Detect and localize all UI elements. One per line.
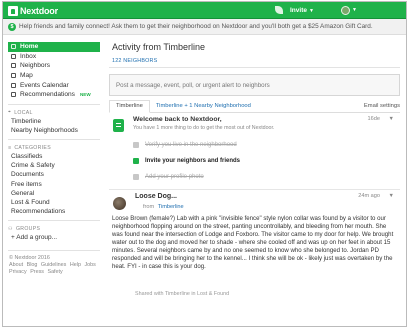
category-recommendations[interactable]: Recommendations <box>8 207 100 216</box>
task-invite-neighbors[interactable]: Invite your neighbors and friends <box>133 158 240 164</box>
category-crime-safety[interactable]: Crime & Safety <box>8 161 100 170</box>
browser-frame: Nextdoor Invite ▼ ▼ $ Help friends and f… <box>2 1 407 327</box>
from-label: from <box>143 204 155 210</box>
task-add-profile-photo[interactable]: Add your profile photo <box>133 174 204 180</box>
new-badge: NEW <box>79 92 91 98</box>
logo-text: Nextdoor <box>20 5 58 16</box>
checkbox-icon <box>133 142 139 148</box>
invite-label: Invite <box>290 7 307 14</box>
footer-link-help[interactable]: Help <box>70 262 81 268</box>
add-group-link[interactable]: + Add a group... <box>8 233 100 242</box>
post-body: Loose Brown (female?) Lab with a pink "i… <box>112 215 394 270</box>
checkbox-icon <box>133 174 139 180</box>
welcome-timestamp: 16de <box>367 116 380 122</box>
tab-timberline-nearby[interactable]: Timberline + 1 Nearby Neighborhood <box>150 103 257 112</box>
welcome-card: Welcome back to Nextdoor, You have 1 mor… <box>109 113 400 190</box>
group-icon: ⚇ <box>8 226 13 233</box>
sidebar-link-timberline[interactable]: Timberline <box>8 117 100 126</box>
sidebar-item-events-calendar[interactable]: Events Calendar <box>8 80 100 90</box>
heart-icon <box>11 92 16 98</box>
sidebar-footer: © Nextdoor 2016 About Blog Guidelines He… <box>8 250 100 276</box>
invite-button[interactable]: Invite ▼ <box>290 6 314 15</box>
category-documents[interactable]: Documents <box>8 170 100 179</box>
footer-link-safety[interactable]: Safety <box>47 269 62 275</box>
welcome-title: Welcome back to Nextdoor, <box>133 116 222 123</box>
sidebar-item-inbox[interactable]: Inbox <box>8 52 100 62</box>
footer-link-about[interactable]: About <box>9 262 23 268</box>
main-feed: Activity from Timberline 122 NEIGHBORS P… <box>109 42 400 297</box>
email-settings-link[interactable]: Email settings <box>364 103 400 112</box>
copyright-text: © Nextdoor 2016 <box>9 255 50 262</box>
neighbor-count-link[interactable]: 122 NEIGHBORS <box>109 58 400 64</box>
footer-link-jobs[interactable]: Jobs <box>84 262 95 268</box>
groups-section-heading: ⚇ GROUPS <box>8 220 100 233</box>
post-menu-chevron-icon[interactable]: ▼ <box>389 193 394 199</box>
promo-banner[interactable]: $ Help friends and family connect! Ask t… <box>3 19 406 35</box>
user-avatar[interactable] <box>341 6 350 15</box>
local-section-heading: ⌖ LOCAL <box>8 103 100 117</box>
inbox-icon <box>11 53 16 59</box>
category-lost-found[interactable]: Lost & Found <box>8 198 100 207</box>
sidebar-item-neighbors[interactable]: Neighbors <box>8 61 100 71</box>
category-classifieds[interactable]: Classifieds <box>8 152 100 161</box>
feed-tabs: Timberline Timberline + 1 Nearby Neighbo… <box>109 100 400 113</box>
category-general[interactable]: General <box>8 189 100 198</box>
sidebar-item-home[interactable]: Home <box>8 42 100 52</box>
task-label: Verify you live in the neighborhood <box>145 142 237 148</box>
categories-section-heading: ≡ CATEGORIES <box>8 138 100 152</box>
neighborhood-link[interactable]: Timberline <box>158 204 184 210</box>
post-source: from Timberline <box>143 204 184 210</box>
section-heading-label: CATEGORIES <box>14 144 51 151</box>
pin-icon: ⌖ <box>8 109 12 116</box>
task-label: Invite your neighbors and friends <box>145 158 241 164</box>
sidebar-item-label: Recommendations <box>20 91 75 99</box>
post-timestamp: 24m ago <box>358 193 380 199</box>
checkbox-icon <box>133 158 139 164</box>
task-verify-neighborhood[interactable]: Verify you live in the neighborhood <box>133 142 237 148</box>
sidebar-link-nearby-neighborhoods[interactable]: Nearby Neighborhoods <box>8 126 100 135</box>
calendar-icon <box>11 82 16 88</box>
card-menu-chevron-icon[interactable]: ▼ <box>389 116 394 122</box>
account-menu-chevron-icon[interactable]: ▼ <box>352 7 357 13</box>
category-free-items[interactable]: Free items <box>8 180 100 189</box>
sidebar-item-recommendations[interactable]: Recommendations NEW <box>8 90 100 100</box>
post-composer-input[interactable]: Post a message, event, poll, or urgent a… <box>109 74 400 96</box>
home-icon <box>11 44 16 50</box>
sidebar-item-label: Neighbors <box>20 62 51 70</box>
author-avatar[interactable] <box>113 197 126 210</box>
map-icon <box>11 73 16 79</box>
sidebar-item-label: Inbox <box>20 52 37 60</box>
checklist-icon <box>113 119 124 132</box>
neighbors-icon <box>11 63 16 69</box>
task-label: Add your profile photo <box>145 174 204 180</box>
section-heading-label: LOCAL <box>14 109 33 116</box>
sidebar-item-map[interactable]: Map <box>8 71 100 81</box>
welcome-subtitle: You have 1 more thing to do to get the m… <box>133 125 275 131</box>
promo-text: Help friends and family connect! Ask the… <box>19 23 373 30</box>
gift-icon: $ <box>8 22 16 31</box>
page-title: Activity from Timberline <box>112 42 206 52</box>
footer-link-privacy[interactable]: Privacy <box>9 269 27 275</box>
leaf-icon <box>275 6 283 14</box>
sidebar-item-label: Events Calendar <box>20 81 69 89</box>
tab-timberline[interactable]: Timberline <box>109 100 150 113</box>
footer-link-blog[interactable]: Blog <box>27 262 38 268</box>
section-heading-label: GROUPS <box>15 226 41 233</box>
list-icon: ≡ <box>8 144 12 151</box>
chevron-down-icon: ▼ <box>308 7 314 14</box>
sidebar-item-label: Home <box>20 43 39 51</box>
post-title[interactable]: Loose Dog... <box>135 193 177 200</box>
footer-link-press[interactable]: Press <box>30 269 44 275</box>
top-navigation-bar: Nextdoor Invite ▼ ▼ <box>3 2 406 19</box>
shared-info: Shared with Timberline in Lost & Found <box>135 291 230 297</box>
house-logo-icon <box>8 5 18 16</box>
nextdoor-logo[interactable]: Nextdoor <box>8 5 58 16</box>
sidebar: Home Inbox Neighbors Map Events Calendar… <box>8 42 100 276</box>
footer-link-guidelines[interactable]: Guidelines <box>41 262 66 268</box>
footer-links-row-2: Privacy Press Safety <box>9 269 100 276</box>
feed-header: Activity from Timberline 122 NEIGHBORS <box>109 42 400 68</box>
footer-links-row-1: About Blog Guidelines Help Jobs <box>9 262 100 269</box>
sidebar-item-label: Map <box>20 72 33 80</box>
